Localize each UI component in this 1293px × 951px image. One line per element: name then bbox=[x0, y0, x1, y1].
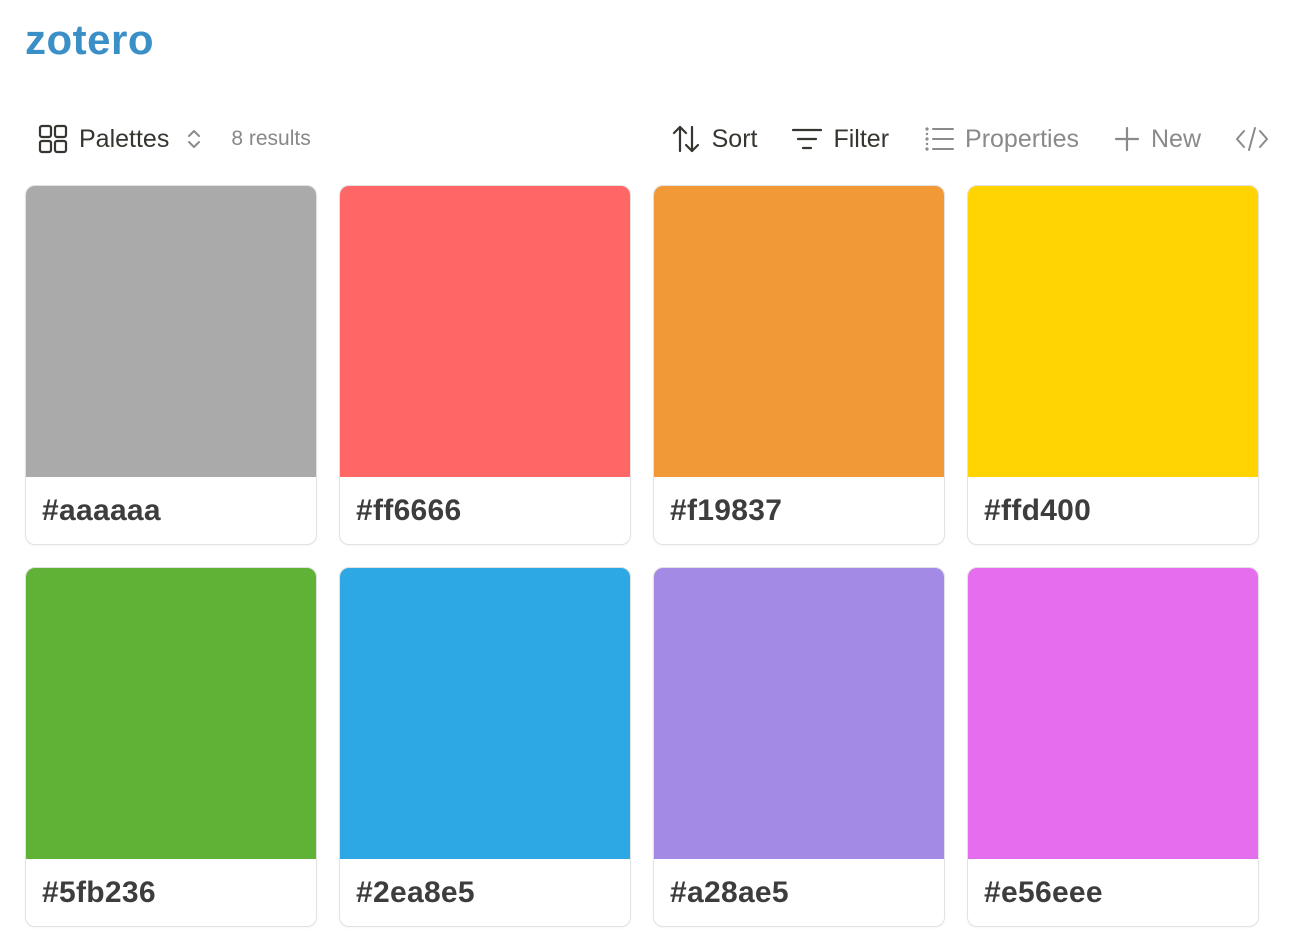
sort-icon bbox=[672, 125, 699, 153]
filter-button[interactable]: Filter bbox=[787, 118, 893, 160]
palette-hex-label: #aaaaaa bbox=[42, 493, 161, 527]
view-switcher[interactable]: Palettes bbox=[25, 118, 215, 160]
filter-label: Filter bbox=[833, 124, 890, 153]
properties-icon bbox=[925, 127, 955, 151]
palette-hex-label: #f19837 bbox=[670, 493, 783, 527]
palette-gallery: #aaaaaa #ff6666 #f19837 #ffd400 #5fb236 … bbox=[25, 185, 1259, 927]
code-icon bbox=[1236, 127, 1268, 151]
palette-hex-label: #a28ae5 bbox=[670, 875, 789, 909]
color-swatch bbox=[968, 568, 1258, 859]
palette-card[interactable]: #e56eee bbox=[967, 567, 1259, 927]
results-count: 8 results bbox=[231, 127, 311, 150]
color-swatch bbox=[26, 568, 316, 859]
palette-card[interactable]: #a28ae5 bbox=[653, 567, 945, 927]
view-label: Palettes bbox=[79, 124, 170, 153]
page: zotero Palettes 8 results Sort Filter Pr… bbox=[0, 0, 1293, 951]
color-swatch bbox=[340, 568, 630, 859]
embed-code-button[interactable] bbox=[1231, 118, 1273, 160]
color-swatch bbox=[654, 186, 944, 477]
color-swatch bbox=[654, 568, 944, 859]
sort-button[interactable]: Sort bbox=[666, 118, 762, 160]
properties-label: Properties bbox=[965, 124, 1079, 153]
palette-card[interactable]: #ff6666 bbox=[339, 185, 631, 545]
filter-icon bbox=[792, 128, 823, 150]
palette-hex-label: #ffd400 bbox=[984, 493, 1092, 527]
grid-icon bbox=[38, 124, 68, 154]
palette-hex-label: #ff6666 bbox=[356, 493, 462, 527]
palette-card[interactable]: #aaaaaa bbox=[25, 185, 317, 545]
page-title: zotero bbox=[25, 16, 154, 63]
chevron-up-down-icon bbox=[188, 130, 201, 148]
properties-button[interactable]: Properties bbox=[919, 118, 1083, 160]
color-swatch bbox=[26, 186, 316, 477]
palette-hex-label: #5fb236 bbox=[42, 875, 156, 909]
palette-card[interactable]: #5fb236 bbox=[25, 567, 317, 927]
palette-card[interactable]: #2ea8e5 bbox=[339, 567, 631, 927]
new-button[interactable]: New bbox=[1109, 118, 1205, 160]
palette-card[interactable]: #f19837 bbox=[653, 185, 945, 545]
sort-label: Sort bbox=[711, 124, 758, 153]
palette-card[interactable]: #ffd400 bbox=[967, 185, 1259, 545]
palette-hex-label: #2ea8e5 bbox=[356, 875, 475, 909]
palette-hex-label: #e56eee bbox=[984, 875, 1103, 909]
plus-icon bbox=[1114, 126, 1140, 152]
database-toolbar: Palettes 8 results Sort Filter Propertie… bbox=[25, 118, 1273, 160]
color-swatch bbox=[340, 186, 630, 477]
new-label: New bbox=[1150, 124, 1201, 153]
color-swatch bbox=[968, 186, 1258, 477]
